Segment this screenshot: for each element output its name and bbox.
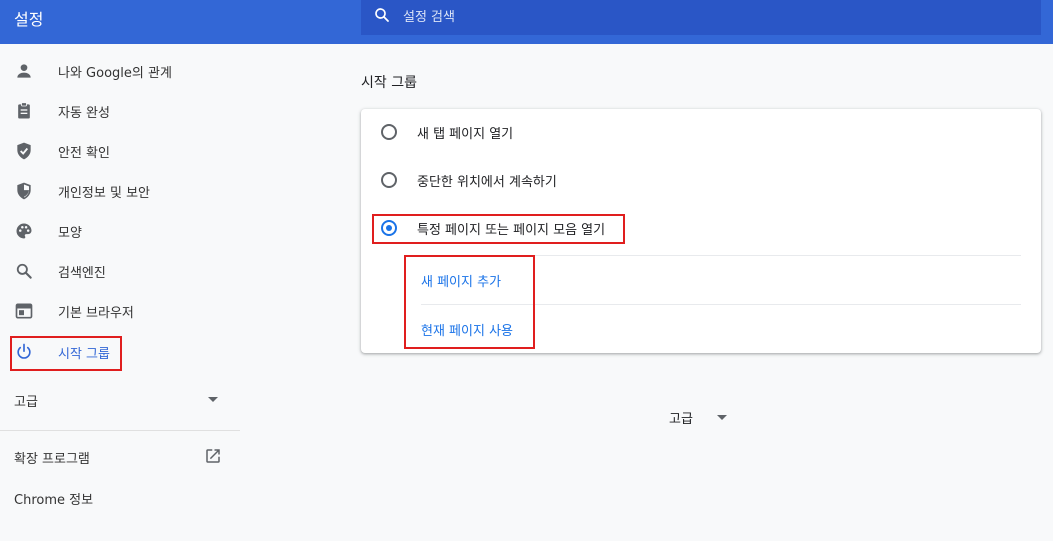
sidebar-item-label: 개인정보 및 보안 bbox=[58, 186, 150, 201]
sidebar-item-label: 기본 브라우저 bbox=[58, 306, 134, 321]
advanced-label: 고급 bbox=[669, 412, 693, 427]
sidebar-item-privacy[interactable]: 개인정보 및 보안 bbox=[0, 171, 240, 211]
advanced-toggle[interactable]: 고급 bbox=[669, 408, 749, 428]
radio-label: 새 탭 페이지 열기 bbox=[417, 127, 514, 142]
top-bar: 설정 bbox=[0, 0, 1053, 44]
startup-card: 새 탭 페이지 열기 중단한 위치에서 계속하기 특정 페이지 또는 페이지 모… bbox=[361, 109, 1041, 353]
search-box[interactable] bbox=[361, 0, 1041, 35]
shield-check-icon bbox=[17, 142, 31, 160]
chevron-down-icon bbox=[208, 397, 218, 402]
browser-icon bbox=[15, 303, 33, 319]
sidebar-about-chrome[interactable]: Chrome 정보 bbox=[0, 480, 240, 514]
search-input[interactable] bbox=[401, 4, 1005, 30]
radio-button[interactable] bbox=[381, 124, 397, 140]
sidebar-item-label: 안전 확인 bbox=[58, 146, 110, 161]
sidebar-item-safety-check[interactable]: 안전 확인 bbox=[0, 131, 240, 171]
sidebar-extensions-link[interactable]: 확장 프로그램 bbox=[0, 439, 240, 473]
highlight-box-sidebar bbox=[10, 336, 122, 371]
sidebar-advanced-toggle[interactable]: 고급 bbox=[0, 382, 240, 416]
page-title: 설정 bbox=[14, 10, 44, 29]
search-icon bbox=[16, 263, 32, 279]
palette-icon bbox=[16, 223, 32, 239]
search-icon bbox=[375, 8, 389, 22]
shield-half-icon bbox=[17, 182, 31, 200]
sidebar-divider bbox=[0, 430, 240, 431]
sidebar-about-label: Chrome 정보 bbox=[14, 493, 94, 508]
sidebar-item-label: 모양 bbox=[58, 226, 82, 241]
sidebar-extensions-label: 확장 프로그램 bbox=[14, 452, 90, 467]
radio-button[interactable] bbox=[381, 172, 397, 188]
sidebar-item-autofill[interactable]: 자동 완성 bbox=[0, 91, 240, 131]
radio-continue[interactable]: 중단한 위치에서 계속하기 bbox=[361, 157, 1041, 203]
chevron-down-icon bbox=[717, 415, 727, 420]
clipboard-icon bbox=[18, 102, 30, 119]
sidebar-advanced-label: 고급 bbox=[14, 395, 38, 410]
highlight-box-option bbox=[372, 214, 625, 244]
open-in-new-icon bbox=[206, 449, 220, 463]
radio-label: 중단한 위치에서 계속하기 bbox=[417, 175, 557, 190]
section-title: 시작 그룹 bbox=[361, 75, 417, 91]
sidebar-item-search-engine[interactable]: 검색엔진 bbox=[0, 251, 240, 291]
sidebar-item-label: 검색엔진 bbox=[58, 266, 106, 281]
sidebar-item-you-and-google[interactable]: 나와 Google의 관계 bbox=[0, 51, 240, 91]
sidebar-item-default-browser[interactable]: 기본 브라우저 bbox=[0, 291, 240, 331]
sidebar: 나와 Google의 관계 자동 완성 안전 확인 개인정보 및 보안 모양 검… bbox=[0, 44, 240, 541]
highlight-box-links bbox=[404, 255, 535, 349]
sidebar-item-label: 나와 Google의 관계 bbox=[58, 66, 172, 81]
person-icon bbox=[17, 64, 31, 78]
sidebar-item-label: 자동 완성 bbox=[58, 106, 110, 121]
radio-new-tab[interactable]: 새 탭 페이지 열기 bbox=[361, 109, 1041, 155]
sidebar-item-appearance[interactable]: 모양 bbox=[0, 211, 240, 251]
